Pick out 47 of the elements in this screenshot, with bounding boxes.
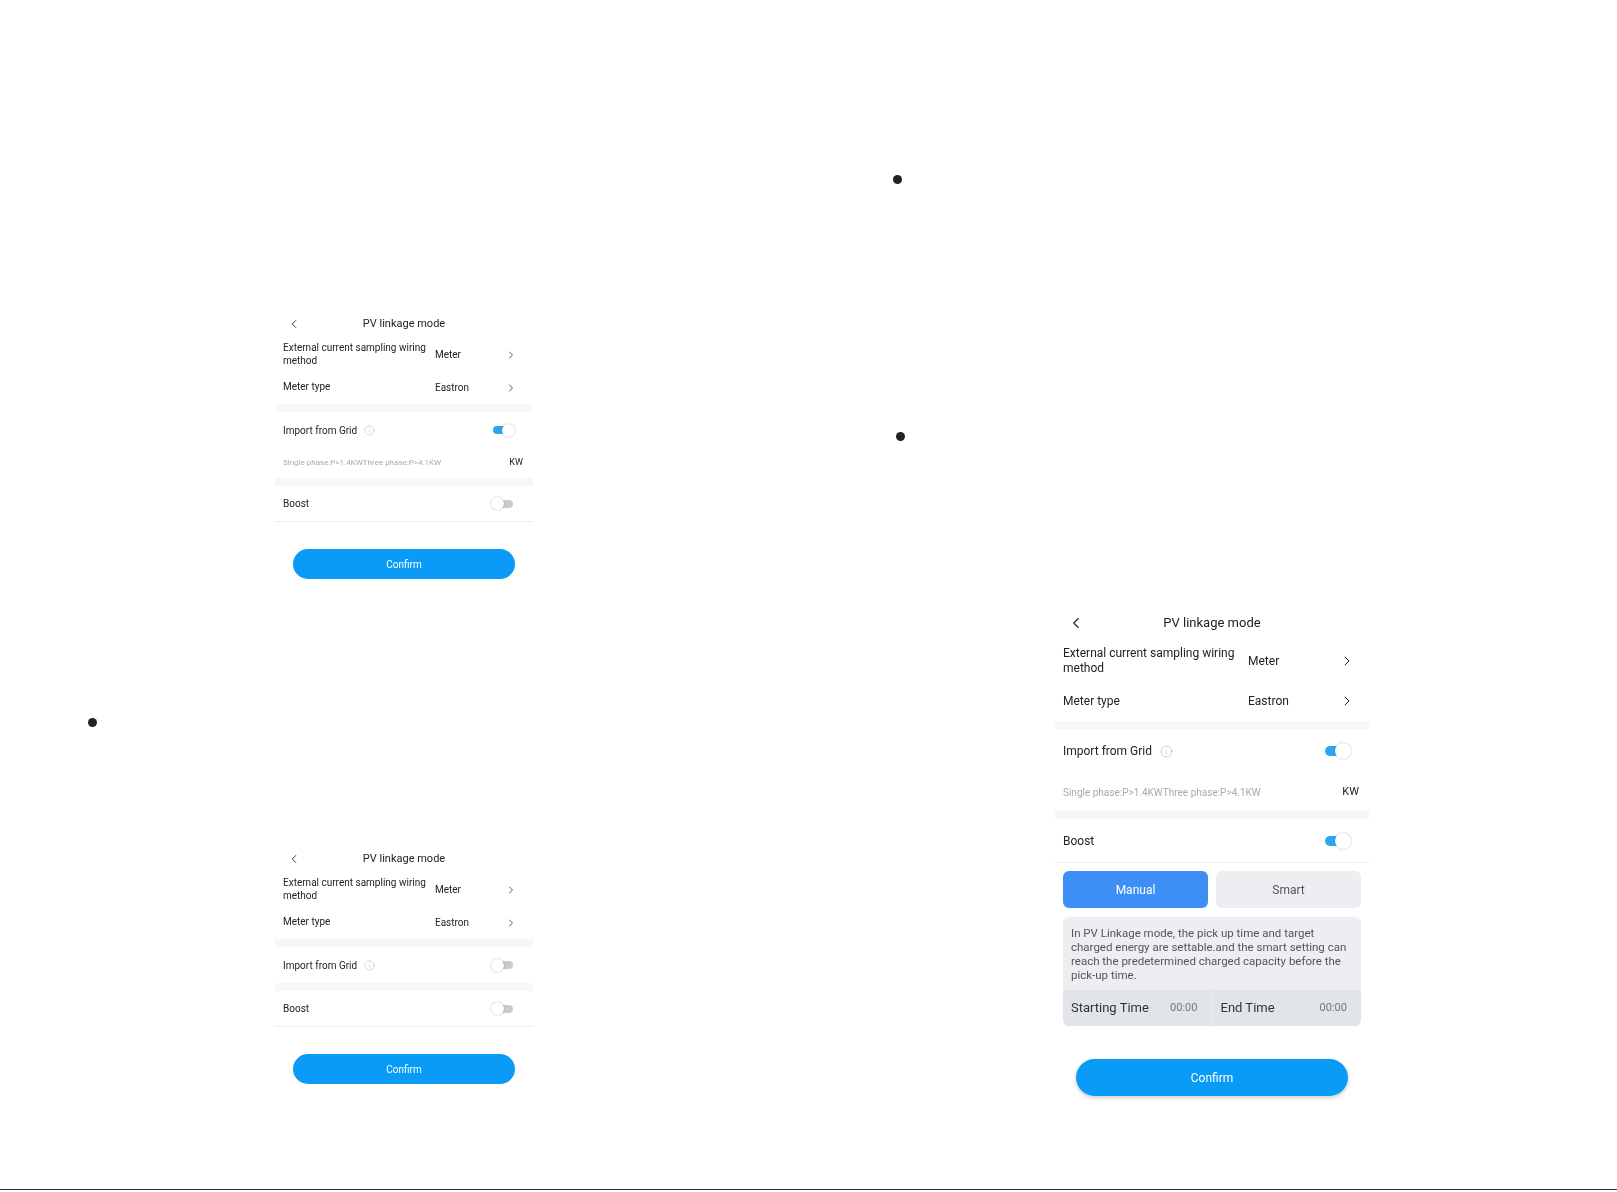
screen-title: PV linkage mode (361, 850, 447, 867)
description-text: In PV Linkage mode, the pick up time and target charged energy are settable.and the smart setting can reach the predetermined charged capacity before the pick-up time. (1070, 925, 1348, 984)
setting-label: Meter type (283, 381, 332, 394)
setting-label: External current sampling wiring method (283, 342, 427, 367)
setting-label: Import from Grid (1063, 743, 1153, 760)
confirm-button[interactable]: Confirm (293, 1054, 515, 1084)
confirm-button[interactable]: Confirm (293, 549, 515, 579)
threshold-hint: Single phase:P>1.4KWThree phase:P>4.1KW (283, 457, 443, 469)
screen-title: PV linkage mode (361, 315, 447, 332)
bullet-icon (893, 175, 902, 184)
info-icon[interactable] (364, 424, 376, 436)
mode-tab[interactable]: Manual (1063, 871, 1208, 908)
toggle-switch[interactable] (1323, 743, 1351, 759)
time-value[interactable]: 00:00 (1319, 999, 1347, 1017)
bullet-icon (896, 432, 905, 441)
toggle-switch[interactable] (1323, 832, 1351, 849)
setting-label: Meter type (283, 916, 332, 929)
setting-value: Meter (1248, 653, 1281, 670)
toggle-switch[interactable] (491, 423, 515, 437)
time-label: End Time (1220, 999, 1275, 1018)
threshold-hint: Single phase:P>1.4KWThree phase:P>4.1KW (1063, 785, 1262, 800)
time-label: Starting Time (1071, 999, 1149, 1018)
setting-label: External current sampling wiring method (283, 877, 427, 902)
setting-label: Meter type (1063, 693, 1121, 709)
setting-value: Meter (435, 348, 462, 362)
setting-label: Boost (1063, 832, 1096, 850)
toggle-switch[interactable] (491, 958, 515, 972)
unit-label: KW (509, 456, 523, 470)
screen-title: PV linkage mode (1162, 614, 1262, 633)
setting-label: Import from Grid (283, 423, 358, 438)
setting-value: Meter (435, 883, 462, 897)
unit-label: KW (1342, 783, 1359, 800)
setting-label: Boost (283, 1002, 311, 1016)
mode-tab[interactable]: Smart (1216, 871, 1361, 908)
setting-label: Import from Grid (283, 958, 358, 973)
info-icon[interactable] (364, 959, 376, 971)
setting-label: External current sampling wiring method (1063, 646, 1236, 676)
bullet-icon (88, 718, 97, 727)
setting-label: Boost (283, 497, 311, 511)
time-value[interactable]: 00:00 (1170, 999, 1198, 1017)
toggle-switch[interactable] (491, 1002, 515, 1015)
info-icon[interactable] (1160, 744, 1174, 758)
toggle-switch[interactable] (491, 497, 515, 510)
confirm-button[interactable]: Confirm (1076, 1059, 1348, 1096)
setting-value: Eastron (435, 381, 471, 395)
setting-value: Eastron (435, 916, 471, 930)
setting-value: Eastron (1248, 693, 1290, 710)
